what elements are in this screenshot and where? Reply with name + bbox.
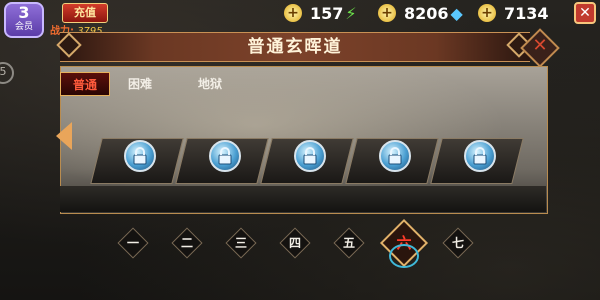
chapter-button-4[interactable]: 四 xyxy=(279,227,311,259)
diamond-icon: ◆ xyxy=(450,3,463,23)
vip-level: 3 xyxy=(18,3,30,22)
lock-icon xyxy=(209,140,241,172)
diamond-resource: + 7134 xyxy=(478,3,549,23)
lock-icon xyxy=(379,140,411,172)
tab-hard[interactable]: 困难 xyxy=(116,72,164,96)
page-title: 普通玄晖道 xyxy=(247,37,343,57)
chapter-label: 五 xyxy=(342,236,355,250)
gold-resource: + 8206 ◆ xyxy=(378,3,463,23)
vip-text: 会员 xyxy=(14,22,33,32)
chapter-label: 七 xyxy=(451,236,464,250)
tab-hell[interactable]: 地狱 xyxy=(186,72,234,96)
chapter-button-3[interactable]: 三 xyxy=(225,227,257,259)
chapter-button-1[interactable]: 一 xyxy=(117,227,149,259)
add-diamond-button[interactable]: + xyxy=(478,4,496,22)
prev-page-arrow[interactable] xyxy=(56,122,72,150)
chapter-label: 二 xyxy=(180,236,193,250)
chapter-button-7[interactable]: 七 xyxy=(442,227,474,259)
stage-floor xyxy=(60,186,546,212)
chapter-label: 三 xyxy=(234,236,247,250)
gold-value: 8206 xyxy=(404,3,449,23)
stamina-value: 157 xyxy=(310,3,344,23)
chapter-label: 四 xyxy=(288,236,301,250)
add-stamina-button[interactable]: + xyxy=(284,4,302,22)
chapter-label: 一 xyxy=(126,236,139,250)
chapter-button-5[interactable]: 五 xyxy=(333,227,365,259)
lock-icon xyxy=(464,140,496,172)
lock-icon xyxy=(124,140,156,172)
tab-normal[interactable]: 普通 xyxy=(60,72,110,96)
lightning-icon: ⚡ xyxy=(345,3,357,23)
lock-icon xyxy=(294,140,326,172)
chapter-button-2[interactable]: 二 xyxy=(171,227,203,259)
close-icon: ✕ xyxy=(532,35,548,56)
close-game-button[interactable]: ✕ xyxy=(574,2,596,24)
selection-indicator xyxy=(389,244,419,268)
diamond-value: 7134 xyxy=(504,3,549,23)
vip-badge[interactable]: 3 会员 xyxy=(4,2,44,38)
stamina-resource: + 157 ⚡ xyxy=(284,3,357,23)
recharge-button[interactable]: 充值 xyxy=(62,3,108,23)
panel-title-bar: 普通玄晖道 xyxy=(60,32,530,62)
add-gold-button[interactable]: + xyxy=(378,4,396,22)
